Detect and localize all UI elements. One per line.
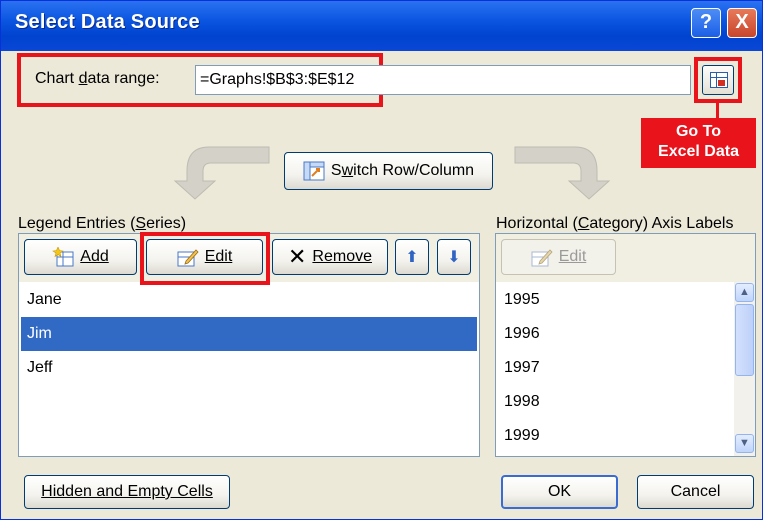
hidden-empty-cells-label: Hidden and Empty Cells [41, 483, 213, 500]
go-to-excel-data-callout: Go To Excel Data [641, 118, 756, 168]
add-series-label: Add [80, 248, 109, 265]
edit-axis-labels-label: Edit [558, 248, 587, 265]
range-select-marker-icon [718, 80, 725, 86]
edit-axis-icon [531, 249, 553, 267]
callout-line-1: Go To [675, 123, 722, 140]
switch-row-column-button[interactable]: Switch Row/Column [284, 152, 493, 190]
cancel-label: Cancel [670, 483, 721, 500]
move-down-button[interactable]: ⬇ [437, 239, 471, 275]
chart-data-range-value: =Graphs!$B$3:$E$12 [200, 71, 355, 88]
axis-item-1995[interactable]: 1995 [498, 283, 732, 317]
axis-scrollbar[interactable]: ▲ ▼ [734, 282, 755, 456]
axis-item-1997[interactable]: 1997 [498, 351, 732, 385]
axis-item-1996[interactable]: 1996 [498, 317, 732, 351]
help-button[interactable]: ? [691, 8, 721, 38]
arrow-up-icon: ⬆ [405, 249, 419, 266]
series-item-jim[interactable]: Jim [21, 317, 477, 351]
callout-line-2: Excel Data [658, 143, 739, 160]
switch-row-column-icon [303, 161, 325, 181]
scroll-down-icon[interactable]: ▼ [735, 434, 754, 453]
arrow-down-icon: ⬇ [447, 249, 461, 266]
remove-series-label: Remove [312, 248, 372, 265]
axis-item-1998[interactable]: 1998 [498, 385, 732, 419]
axis-item-1999[interactable]: 1999 [498, 419, 732, 453]
left-curved-arrow-icon [173, 146, 270, 200]
series-item-jane[interactable]: Jane [21, 283, 477, 317]
legend-entries-list: Jane Jim Jeff [19, 281, 479, 456]
collapse-dialog-button[interactable] [702, 65, 734, 95]
chart-data-range-label: Chart data range: [35, 70, 160, 87]
title-bar[interactable]: Select Data Source ? X [1, 1, 762, 51]
add-series-icon [52, 247, 74, 267]
edit-highlight-box [140, 232, 270, 285]
cancel-button[interactable]: Cancel [637, 475, 754, 509]
close-button[interactable]: X [727, 8, 757, 38]
hidden-empty-cells-button[interactable]: Hidden and Empty Cells [24, 475, 230, 509]
scroll-up-icon[interactable]: ▲ [735, 283, 754, 302]
scroll-thumb[interactable] [735, 304, 754, 376]
switch-row-column-label: Switch Row/Column [330, 162, 475, 179]
move-up-button[interactable]: ⬆ [395, 239, 429, 275]
ok-label: OK [547, 483, 572, 500]
axis-labels-list: 1995 1996 1997 1998 1999 [496, 281, 734, 456]
series-item-jeff[interactable]: Jeff [21, 351, 477, 385]
chart-data-range-input[interactable]: =Graphs!$B$3:$E$12 [195, 65, 691, 95]
callout-connector [716, 102, 719, 118]
select-data-source-dialog: Select Data Source ? X Chart data range:… [0, 0, 763, 520]
remove-icon: ✕ [287, 244, 307, 269]
legend-entries-label: Legend Entries (Series) [18, 215, 187, 232]
edit-axis-labels-button[interactable]: Edit [501, 239, 616, 275]
remove-series-button[interactable]: ✕ Remove [272, 239, 388, 275]
add-series-button[interactable]: Add [24, 239, 137, 275]
axis-labels-label: Horizontal (Category) Axis Labels [496, 215, 734, 232]
right-curved-arrow-icon [514, 146, 611, 200]
ok-button[interactable]: OK [501, 475, 618, 509]
window-title: Select Data Source [15, 11, 200, 33]
